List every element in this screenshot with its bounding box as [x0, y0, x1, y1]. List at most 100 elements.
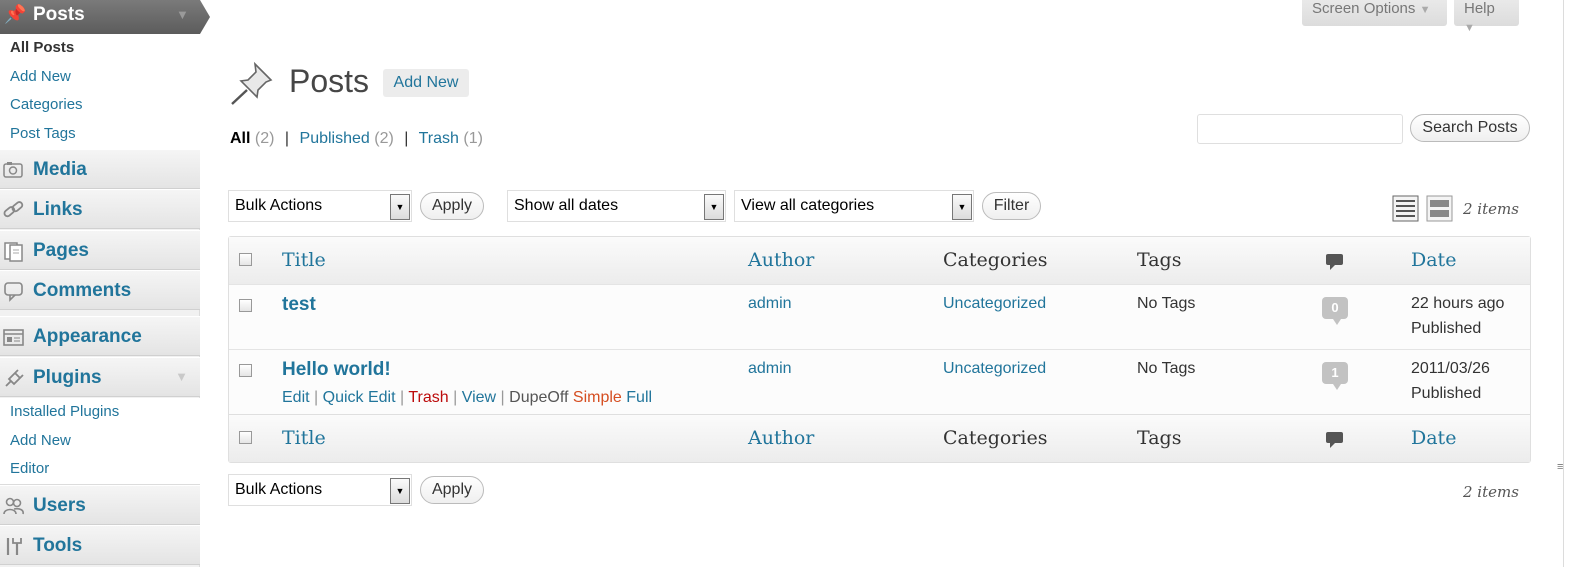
add-new-post-button[interactable]: Add New — [383, 69, 469, 97]
categories-select[interactable]: View all categories ▼ — [734, 190, 974, 222]
menu-pages[interactable]: Pages — [0, 230, 200, 270]
menu-plugins[interactable]: Plugins ▼ — [0, 357, 200, 397]
submenu-post-tags[interactable]: Post Tags — [0, 120, 200, 149]
submenu-editor[interactable]: Editor — [0, 455, 200, 484]
pushpin-icon: 📌 — [4, 4, 27, 24]
post-status: Published — [1411, 320, 1482, 337]
submenu-add-new[interactable]: Add New — [0, 63, 200, 92]
menu-media[interactable]: Media — [0, 149, 200, 189]
post-title[interactable]: Hello world! — [282, 359, 391, 381]
post-tags: No Tags — [1137, 295, 1196, 312]
menu-users-label: Users — [33, 495, 86, 516]
list-view-icon[interactable] — [1392, 195, 1419, 222]
trash-link[interactable]: Trash — [408, 389, 448, 406]
dropdown-arrow-icon: ▼ — [390, 478, 410, 504]
media-icon — [3, 162, 23, 178]
items-count: 2 items — [1463, 200, 1519, 218]
users-icon — [3, 497, 24, 515]
plugin-icon — [5, 369, 24, 387]
quick-edit-link[interactable]: Quick Edit — [323, 389, 396, 406]
comment-column-icon[interactable] — [1325, 431, 1344, 449]
excerpt-view-icon[interactable] — [1426, 195, 1453, 222]
full-link[interactable]: Full — [626, 389, 652, 406]
post-categories[interactable]: Uncategorized — [943, 360, 1046, 378]
filter-published[interactable]: Published — [300, 130, 370, 147]
dropdown-arrow-icon: ▼ — [704, 194, 724, 220]
plugins-submenu: Installed Plugins Add New Editor — [0, 398, 200, 486]
menu-tools-label: Tools — [33, 535, 83, 556]
column-author[interactable]: Author — [748, 249, 814, 271]
posts-table: Title Author Categories Tags Date test a… — [228, 236, 1531, 463]
comment-column-icon[interactable] — [1325, 253, 1344, 271]
resize-grip-icon[interactable]: ≡ — [1557, 462, 1567, 479]
screen-options-label: Screen Options — [1312, 0, 1416, 17]
chevron-down-icon: ▼ — [1464, 22, 1475, 34]
column-title[interactable]: Title — [282, 427, 326, 449]
table-row: test admin Uncategorized No Tags 0 22 ho… — [229, 284, 1530, 349]
menu-links[interactable]: Links — [0, 189, 200, 229]
dates-select[interactable]: Show all dates ▼ — [507, 190, 726, 222]
column-categories: Categories — [943, 427, 1048, 449]
search-posts-button[interactable]: Search Posts — [1410, 114, 1530, 142]
separator: | — [400, 389, 405, 406]
post-title[interactable]: test — [282, 294, 316, 316]
dates-value: Show all dates — [514, 197, 619, 214]
chevron-down-icon[interactable]: ▼ — [176, 7, 189, 22]
post-date: 2011/03/26 — [1411, 360, 1490, 377]
post-status: Published — [1411, 385, 1482, 402]
apply-button-bottom[interactable]: Apply — [420, 476, 484, 504]
column-title[interactable]: Title — [282, 249, 326, 271]
post-categories[interactable]: Uncategorized — [943, 295, 1046, 313]
select-all-checkbox[interactable] — [239, 431, 252, 444]
table-row: Hello world! Edit | Quick Edit | Trash |… — [229, 349, 1530, 414]
pushpin-icon — [231, 61, 273, 105]
comment-count-bubble[interactable]: 0 — [1322, 297, 1348, 325]
row-checkbox[interactable] — [239, 299, 252, 312]
menu-comments[interactable]: Comments — [0, 270, 200, 310]
filter-button[interactable]: Filter — [982, 192, 1041, 220]
filter-all[interactable]: All — [230, 130, 250, 147]
submenu-plugins-add-new[interactable]: Add New — [0, 427, 200, 456]
comment-count-bubble[interactable]: 1 — [1322, 362, 1348, 390]
row-checkbox[interactable] — [239, 364, 252, 377]
column-date[interactable]: Date — [1411, 249, 1456, 271]
filter-trash[interactable]: Trash — [419, 130, 459, 147]
appearance-icon — [3, 329, 24, 346]
comments-icon — [4, 282, 23, 302]
submenu-installed-plugins[interactable]: Installed Plugins — [0, 398, 200, 427]
page-title: Posts — [289, 63, 370, 99]
filter-trash-count: (1) — [463, 130, 483, 147]
edit-link[interactable]: Edit — [282, 389, 310, 406]
search-input[interactable] — [1197, 114, 1403, 144]
submenu-categories[interactable]: Categories — [0, 91, 200, 120]
help-label: Help — [1464, 0, 1495, 17]
filter-all-count: (2) — [254, 130, 275, 147]
help-button[interactable]: Help ▼ — [1454, 0, 1519, 34]
view-link[interactable]: View — [462, 389, 496, 406]
apply-button[interactable]: Apply — [420, 192, 484, 220]
select-all-checkbox[interactable] — [239, 253, 252, 266]
post-date: 22 hours ago — [1411, 295, 1505, 312]
menu-users[interactable]: Users — [0, 485, 200, 525]
link-icon — [3, 201, 24, 218]
menu-tools[interactable]: Tools — [0, 525, 200, 565]
post-author[interactable]: admin — [748, 360, 792, 378]
column-date[interactable]: Date — [1411, 427, 1456, 449]
column-categories: Categories — [943, 249, 1048, 271]
bulk-actions-select-bottom[interactable]: Bulk Actions ▼ — [228, 474, 412, 506]
menu-appearance[interactable]: Appearance — [0, 316, 200, 356]
admin-menu: 📌 Posts ▼ All Posts Add New Categories P… — [0, 0, 210, 567]
table-footer: Title Author Categories Tags Date — [229, 414, 1530, 462]
chevron-down-icon[interactable]: ▼ — [175, 369, 188, 384]
table-header: Title Author Categories Tags Date — [229, 237, 1530, 285]
screen-options-button[interactable]: Screen Options ▼ — [1302, 0, 1447, 26]
column-author[interactable]: Author — [748, 427, 814, 449]
post-author[interactable]: admin — [748, 295, 792, 313]
bulk-actions-select[interactable]: Bulk Actions ▼ — [228, 190, 412, 222]
simple-link[interactable]: Simple — [573, 389, 622, 406]
dropdown-arrow-icon: ▼ — [952, 194, 972, 220]
menu-plugins-label: Plugins — [33, 367, 102, 388]
menu-links-label: Links — [33, 199, 83, 220]
menu-posts[interactable]: 📌 Posts ▼ — [0, 0, 210, 34]
submenu-all-posts[interactable]: All Posts — [0, 34, 200, 63]
